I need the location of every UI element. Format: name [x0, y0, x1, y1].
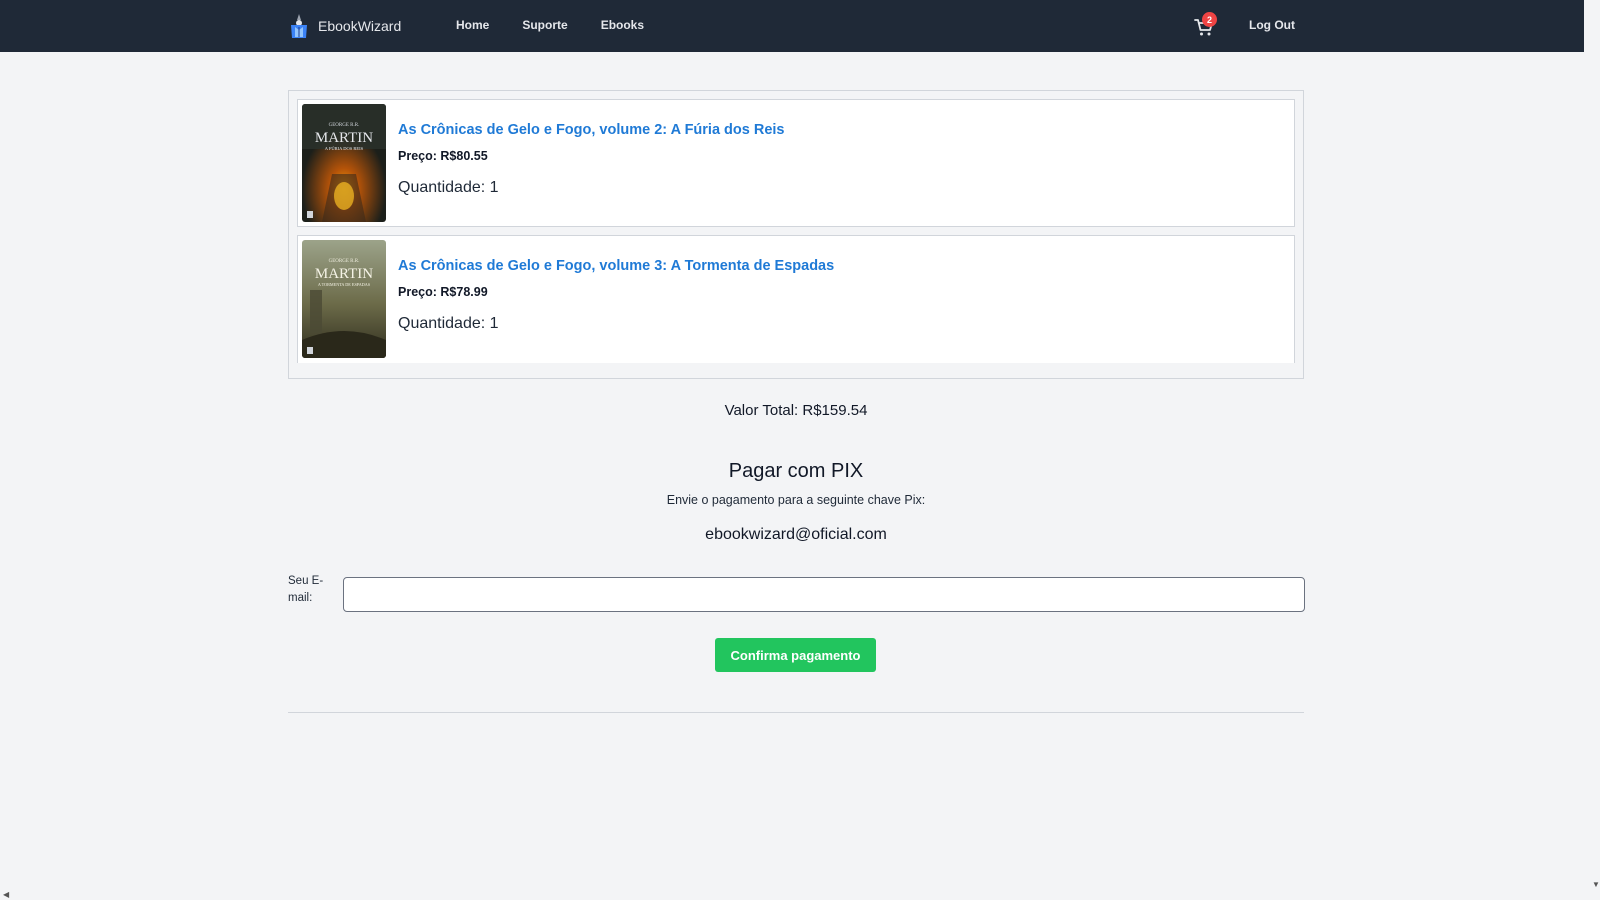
page-vertical-scrollbar[interactable] — [1592, 0, 1600, 890]
cart-item-title-link[interactable]: As Crônicas de Gelo e Fogo, volume 3: A … — [398, 258, 834, 274]
wizard-logo-icon — [288, 13, 310, 39]
cart-item-quantity: Quantidade: 1 — [398, 179, 499, 196]
cover-author-first: GEORGE R.R. — [329, 259, 360, 264]
page-horizontal-scrollbar[interactable] — [0, 890, 1600, 900]
price-value: R$80.55 — [440, 149, 488, 163]
cart-item: GEORGE R.R. MARTIN A FÚRIA DOS REIS As C… — [297, 99, 1295, 227]
cart-items-panel: GEORGE R.R. MARTIN A FÚRIA DOS REIS As C… — [288, 90, 1304, 379]
brand-name: EbookWizard — [318, 18, 402, 34]
footer-divider — [288, 712, 1304, 713]
book-cover-image: GEORGE R.R. MARTIN A FÚRIA DOS REIS — [302, 104, 386, 222]
cover-subtitle: A TORMENTA DE ESPADAS — [318, 282, 371, 287]
order-total: Valor Total: R$159.54 — [724, 402, 868, 419]
brand-link[interactable]: EbookWizard — [288, 13, 401, 39]
price-label: Preço: — [398, 285, 437, 299]
price-label: Preço: — [398, 149, 437, 163]
nav-links: Home Suporte Ebooks — [456, 18, 644, 32]
email-label: Seu E-mail: — [288, 575, 324, 604]
cover-author-first: GEORGE R.R. — [329, 123, 360, 128]
cover-subtitle: A FÚRIA DOS REIS — [325, 146, 364, 151]
cart-item-title-link[interactable]: As Crônicas de Gelo e Fogo, volume 2: A … — [398, 122, 784, 138]
pix-heading: Pagar com PIX — [728, 460, 864, 482]
cover-author: MARTIN — [315, 266, 373, 282]
cover-author: MARTIN — [315, 130, 373, 146]
cart-item-price: Preço: R$80.55 — [398, 149, 488, 163]
nav-home-link[interactable]: Home — [456, 18, 489, 32]
cart-items-scroll-area[interactable]: GEORGE R.R. MARTIN A FÚRIA DOS REIS As C… — [297, 99, 1295, 363]
email-input[interactable] — [343, 577, 1305, 612]
cart-item-quantity: Quantidade: 1 — [398, 315, 499, 332]
scroll-left-arrow-icon[interactable]: ◀ — [3, 890, 9, 899]
top-navbar: EbookWizard Home Suporte Ebooks 2 Log Ou… — [0, 0, 1584, 52]
nav-ebooks-link[interactable]: Ebooks — [601, 18, 644, 32]
book-cover-image: GEORGE R.R. MARTIN A TORMENTA DE ESPADAS — [302, 240, 386, 358]
cart-count-badge: 2 — [1202, 12, 1217, 27]
scroll-down-arrow-icon[interactable]: ▼ — [1592, 880, 1600, 889]
nav-suporte-link[interactable]: Suporte — [522, 18, 567, 32]
pix-key: ebookwizard@oficial.com — [705, 526, 887, 543]
price-value: R$78.99 — [440, 285, 488, 299]
cart-item: GEORGE R.R. MARTIN A TORMENTA DE ESPADAS… — [297, 235, 1295, 363]
confirm-payment-button[interactable]: Confirma pagamento — [715, 638, 876, 672]
cart-item-price: Preço: R$78.99 — [398, 285, 488, 299]
pix-instruction: Envie o pagamento para a seguinte chave … — [666, 493, 926, 507]
logout-link[interactable]: Log Out — [1249, 18, 1295, 32]
